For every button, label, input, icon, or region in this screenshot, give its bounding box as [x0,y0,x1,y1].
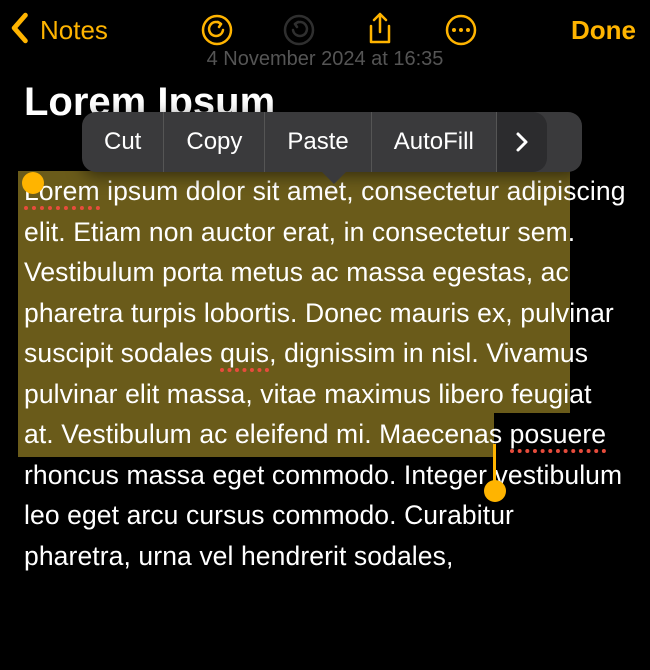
redo-button [283,14,315,46]
context-menu: Cut Copy Paste AutoFill [82,112,582,172]
autofill-button[interactable]: AutoFill [372,112,497,172]
chevron-right-icon [515,131,529,153]
toolbar-center [201,12,477,48]
chevron-left-icon [8,12,30,49]
share-button[interactable] [365,12,395,48]
more-button[interactable] [445,14,477,46]
spell-error[interactable]: posuere [510,419,606,453]
note-date: 4 November 2024 at 16:35 [0,48,650,66]
back-label: Notes [40,15,108,46]
copy-button[interactable]: Copy [164,112,265,172]
selection-caret [493,444,496,482]
selection-handle-start[interactable] [22,172,44,194]
cut-button[interactable]: Cut [82,112,164,172]
back-button[interactable]: Notes [8,12,108,49]
spell-error[interactable]: quis [220,338,269,372]
more-menu-button[interactable] [497,112,547,172]
menu-tail-icon [320,170,348,184]
done-button[interactable]: Done [571,15,636,46]
paste-button[interactable]: Paste [265,112,371,172]
note-body[interactable]: Lorem ipsum dolor sit amet, consectetur … [24,171,626,576]
undo-button[interactable] [201,14,233,46]
note-body-text[interactable]: Lorem ipsum dolor sit amet, consectetur … [24,171,626,576]
selection-handle-end[interactable] [484,480,506,502]
